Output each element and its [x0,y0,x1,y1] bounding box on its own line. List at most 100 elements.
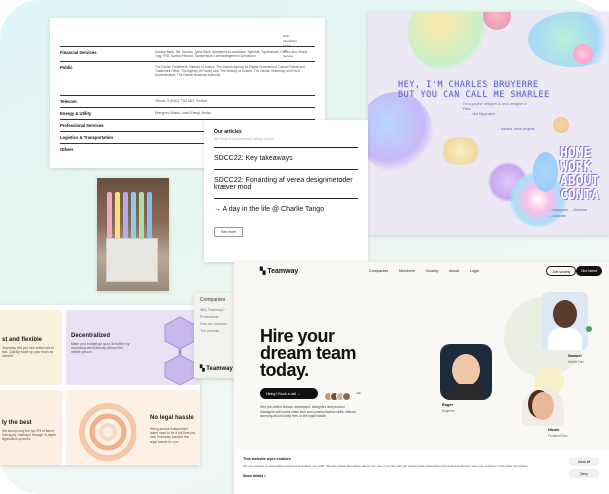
teamway-features-screenshot: st and flexible Teamway lets you hire ve… [0,305,200,465]
feature-tile: st and flexible Teamway lets you hire ve… [0,310,62,385]
member-role: Engineer [442,409,455,413]
hero-description: Hire pre-vetted remote developers, desig… [260,405,356,419]
gradient-blob [528,12,609,67]
cookie-text: We use cookies to personalise content an… [243,464,529,468]
member-card-roger[interactable] [440,344,492,400]
feature-desc: We accept only the top 3% of talent that… [2,429,57,442]
gradient-blob [368,92,433,172]
portfolio-headline: HEY, I'M CHARLES BRUYERRE BUT YOU CAN CA… [398,80,550,100]
portfolio-subtitle: I'm a graphic designer & ux/ui designer … [463,102,528,111]
member-photo [532,392,554,420]
member-name: Nicole [548,428,560,432]
row-label: Logistics & Transportation [60,135,114,140]
avatar-stack: +99 [324,388,361,406]
feature-title: st and flexible [2,337,43,343]
nav-companies[interactable]: Companies [369,269,388,273]
join-society-button[interactable]: Join society [546,266,577,276]
row-value: Telenor, 3 (Hi3G), TDC NET, YouSee [155,99,208,103]
service-item: Service [282,54,293,58]
gradient-blob [408,12,488,72]
headline-line-1: HEY, I'M CHARLES BRUYERRE [398,80,539,90]
nav-society[interactable]: Society [426,269,438,273]
logo-text: Teamway [267,268,299,275]
show-details-link[interactable]: Show details > [243,474,600,478]
menu-about-link[interactable]: ABOUT [560,175,599,189]
gradient-blob [533,152,558,192]
verified-icon [586,326,592,332]
see-more-button[interactable]: See more [214,227,244,237]
logo-text: Teamway [206,366,233,372]
member-name: Samuel [568,354,582,358]
menu-contact-link[interactable]: CONTA [560,189,599,203]
instagram-link[interactable]: → Instagram [548,208,568,212]
menu-home-link[interactable]: HOME [560,147,599,161]
headline-line-2: BUT YOU CAN CALL ME SHARLEE [398,90,550,100]
service-list: Web Interaction Mobile UX Service [283,34,297,59]
gradient-blob [573,44,593,64]
linkedin-link[interactable]: → LinkedIn [548,214,566,218]
row-label: Others [60,147,74,152]
book-call-button[interactable]: Hiring? Book a call → [260,388,318,399]
table-row: Energy & Utility Energinet, Ørsted, Andel… [60,107,315,119]
row-value: Energinet, Ørsted, Andel Energi, Norlys [155,111,211,115]
nav-about[interactable]: About [449,269,459,273]
allow-all-button[interactable]: Allow all [569,457,599,466]
portfolio-site-screenshot: HEY, I'M CHARLES BRUYERRE BUT YOU CAN CA… [368,12,609,235]
feature-tile: No legal hassle Hiring across independen… [66,390,200,465]
member-shirt [548,328,582,350]
nav-login[interactable]: Login [470,269,479,273]
teamway-logo[interactable]: ▚ Teamway [260,267,298,275]
gradient-blob [438,137,483,165]
avatar-count: +99 [355,391,361,395]
behance-link[interactable]: → Behance [569,208,587,212]
hero-line: today. [260,360,309,380]
member-photo [553,300,577,328]
cookie-title: This website uses cookies [243,457,291,461]
contact-link[interactable]: ↓ contact [498,127,512,131]
more-projects-link[interactable]: ↓ more projects [511,127,535,131]
row-label: Telecom [60,99,77,104]
row-label: Professional Services [60,123,104,128]
teamway-logo[interactable]: ▚ Teamway [200,365,233,372]
row-label: Financial Services [60,50,97,55]
feature-tile: Decentralized Make your budget go up to … [66,310,200,385]
table-row: Financial Services Danske Bank, NN, Norde… [60,46,315,61]
table-row: Public The Danish Parliament, Ministry of… [60,61,315,95]
member-photo [452,354,480,386]
row-label: Energy & Utility [60,111,92,116]
cookie-banner: This website uses cookies We use cookies… [234,451,609,494]
article-link[interactable]: SDCC22: Fonarding af verea designmetoder… [214,169,358,198]
last-project-link[interactable]: ← last big project [468,112,495,116]
top-nav: ▚ Teamway Companies Members Society Abou… [234,262,609,282]
deny-button[interactable]: Deny [569,469,599,478]
feature-title: No legal hassle [150,415,194,421]
feature-desc: Make your budget go up to 4x further by … [71,342,130,355]
article-link[interactable]: → A day in the life @ Charlie Tango [214,198,358,220]
row-value: The Danish Parliament, Ministry of Justi… [155,65,305,77]
member-card-samuel[interactable] [542,292,588,350]
hero-heading: Hire your dream team today. [260,327,357,380]
gradient-blob [553,117,569,133]
member-card-nicole[interactable] [522,388,564,426]
avatar [342,392,351,401]
highlighter-pens-photo [97,178,169,291]
row-label: Public [60,65,73,70]
member-role: Mobile Dev. [568,360,585,364]
menu-work-link[interactable]: WORK [560,161,599,175]
article-link[interactable]: SDCC22: Key takeaways [214,147,358,169]
articles-section-screenshot: Our articles We think of ourselves as de… [204,120,368,262]
feature-title: ly the best [2,420,32,426]
hire-talent-button[interactable]: Hire talent [576,266,602,276]
social-links: → Instagram → Behance → LinkedIn [548,207,587,219]
nav-members[interactable]: Members [399,269,415,273]
articles-heading: Our articles [214,129,242,135]
member-name: Roger [442,403,453,407]
member-shirt [446,384,486,400]
teamway-homepage-screenshot: ▚ Teamway Companies Members Society Abou… [234,262,609,494]
rings-icon [79,403,136,461]
member-role: Frontend Dev. [548,434,568,438]
portfolio-big-menu: HOME WORK ABOUT CONTA [560,147,599,203]
feature-desc: Hiring across independent talent used to… [150,427,196,444]
feature-desc: Teamway lets you hire vetted talent fast… [2,346,54,359]
table-row: Telecom Telenor, 3 (Hi3G), TDC NET, YouSe… [60,95,315,107]
